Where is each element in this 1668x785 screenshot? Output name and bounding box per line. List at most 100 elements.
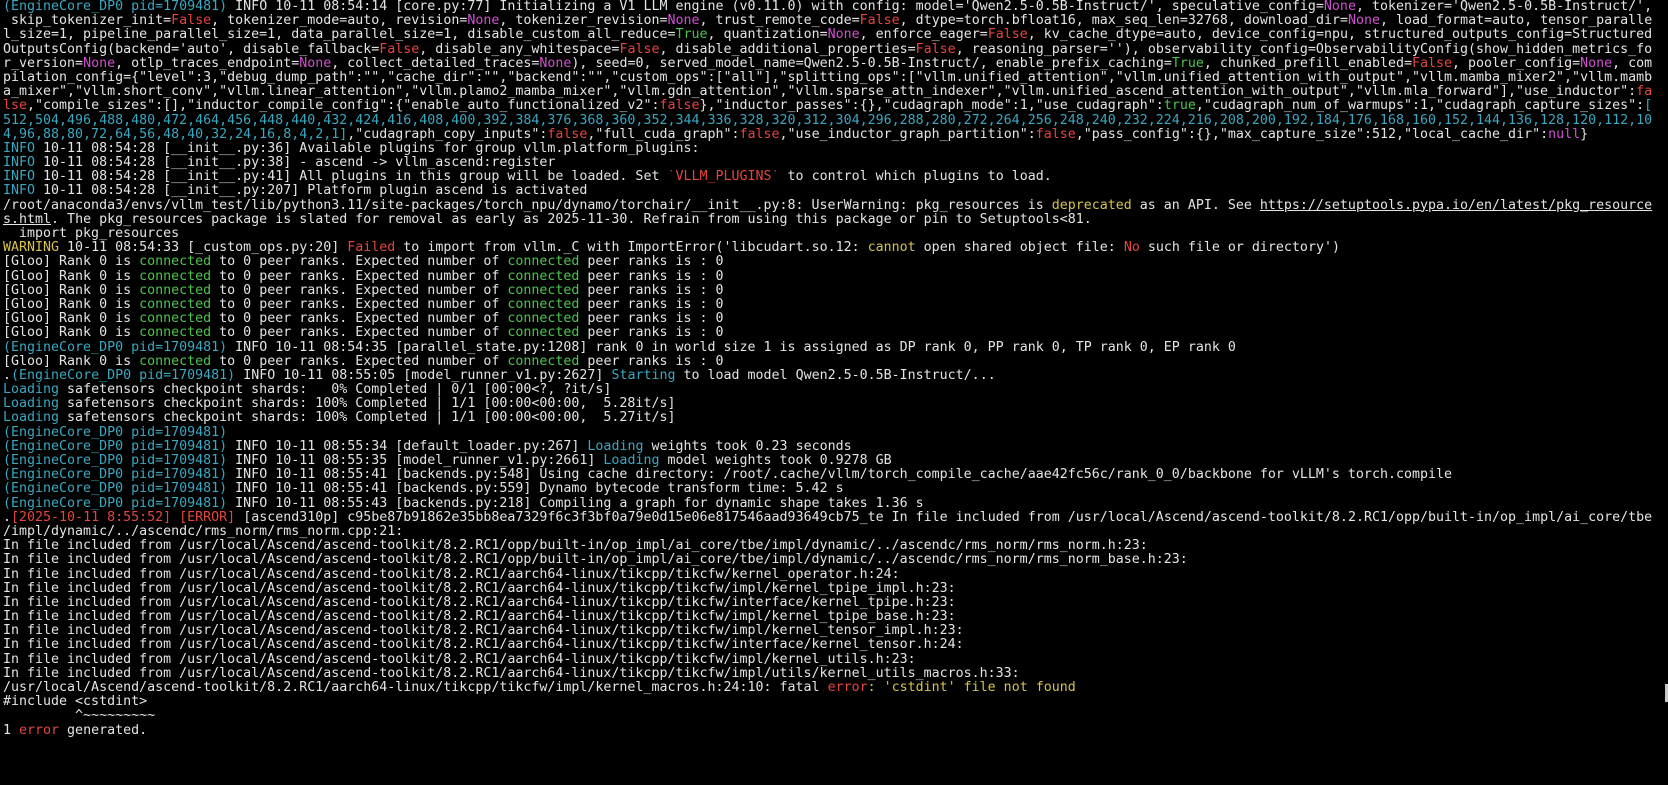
terminal-text-segment: 512,504,496,488,480,472,464,456,448,440,…	[3, 113, 1653, 128]
terminal-line: .(EngineCore_DP0 pid=1709481) INFO 10-11…	[3, 369, 1668, 383]
terminal-text-segment: peer ranks is : 0	[579, 269, 724, 284]
terminal-text-segment: true	[1163, 99, 1196, 114]
terminal-text-segment: Loading	[3, 397, 60, 412]
terminal-line: (EngineCore_DP0 pid=1709481) INFO 10-11 …	[3, 0, 1668, 14]
terminal-line: /root/anaconda3/envs/vllm_test/lib/pytho…	[3, 199, 1668, 213]
terminal-text-segment: None	[1580, 56, 1613, 71]
terminal-text-segment: OutputsConfig(backend='auto', disable_fa…	[3, 42, 380, 57]
terminal-line: In file included from /usr/local/Ascend/…	[3, 667, 1668, 681]
terminal-link[interactable]: https://setuptools.pypa.io/en/latest/pkg…	[1260, 199, 1652, 213]
terminal-text-segment: 4,96,88,80,72,64,56,48,40,32,24,16,8,4,2…	[3, 127, 348, 142]
terminal-text-segment: to control which plugins to load.	[779, 170, 1052, 185]
terminal-text-segment: [Gloo] Rank 0 is	[3, 354, 140, 369]
terminal-line: #include <cstdint>	[3, 695, 1668, 709]
terminal-text-segment: 10-11 08:54:28 [__init__.py:36] Availabl…	[35, 141, 700, 156]
terminal-output[interactable]: (EngineCore_DP0 pid=1709481) INFO 10-11 …	[0, 0, 1668, 785]
terminal-text-segment: generated.	[59, 723, 148, 738]
terminal-text-segment: , quantization=	[707, 28, 828, 43]
terminal-line: In file included from /usr/local/Ascend/…	[3, 610, 1668, 624]
terminal-text-segment: None	[1323, 0, 1356, 14]
terminal-line: Loading safetensors checkpoint shards: 0…	[3, 383, 1668, 397]
terminal-line: In file included from /usr/local/Ascend/…	[3, 596, 1668, 610]
terminal-text-segment: 10-11 08:54:28 [__init__.py:41] All plug…	[35, 170, 668, 185]
terminal-text-segment: , com	[1612, 56, 1653, 71]
terminal-text-segment: , tokenizer_mode=auto, revision=	[211, 14, 468, 29]
terminal-text-segment: WARNING	[3, 241, 60, 256]
terminal-text-segment: INFO 10-11 08:55:41 [backends.py:559] Dy…	[235, 482, 844, 497]
terminal-line: [Gloo] Rank 0 is connected to 0 peer ran…	[3, 255, 1668, 269]
terminal-text-segment: INFO 10-11 08:55:41 [backends.py:548] Us…	[235, 468, 1452, 483]
terminal-text-segment: [ascend310p] c95be87b91862e35bb8ea7329f6…	[235, 510, 1653, 525]
terminal-line: (EngineCore_DP0 pid=1709481) INFO 10-11 …	[3, 468, 1668, 482]
terminal-text-segment: to 0 peer ranks. Expected number of	[211, 297, 508, 312]
terminal-text-segment: None	[299, 56, 332, 71]
terminal-line: s.html. The pkg_resources package is sla…	[3, 213, 1668, 227]
terminal-line: [Gloo] Rank 0 is connected to 0 peer ran…	[3, 270, 1668, 284]
terminal-line: [Gloo] Rank 0 is connected to 0 peer ran…	[3, 355, 1668, 369]
terminal-text-segment: connected	[139, 269, 212, 284]
terminal-text-segment: null	[1548, 127, 1581, 142]
terminal-text-segment: to 0 peer ranks. Expected number of	[211, 312, 508, 327]
terminal-text-segment: [	[1644, 99, 1653, 114]
terminal-text-segment: false	[1035, 127, 1076, 142]
terminal-text-segment: deprecated	[1051, 198, 1132, 213]
terminal-text-segment: , enforce_eager=	[859, 28, 988, 43]
terminal-text-segment: : 'cstdint' file not found	[867, 681, 1076, 695]
terminal-line: [Gloo] Rank 0 is connected to 0 peer ran…	[3, 284, 1668, 298]
terminal-text-segment: False	[859, 14, 900, 29]
terminal-text-segment: , collect_detailed_traces=	[331, 56, 540, 71]
terminal-text-segment: False	[1412, 56, 1453, 71]
terminal-text-segment: peer ranks is : 0	[579, 354, 724, 369]
terminal-text-segment: to import from vllm._C with ImportError(…	[395, 241, 868, 256]
terminal-text-segment: (EngineCore_DP0 pid=1709481)	[3, 439, 236, 454]
terminal-text-segment: false	[739, 127, 780, 142]
terminal-text-segment: True	[675, 28, 708, 43]
terminal-text-segment: connected	[507, 269, 580, 284]
terminal-text-segment: , otlp_traces_endpoint=	[115, 56, 300, 71]
terminal-text-segment: [Gloo] Rank 0 is	[3, 283, 140, 298]
terminal-text-segment: weights took 0.23 seconds	[643, 439, 852, 454]
terminal-line: r_version=None, otlp_traces_endpoint=Non…	[3, 57, 1668, 71]
terminal-text-segment: 10-11 08:54:28 [__init__.py:38] - ascend…	[35, 156, 556, 171]
terminal-text-segment: such file or directory')	[1139, 241, 1340, 256]
terminal-line: a_mixer","vllm.short_conv","vllm.linear_…	[3, 85, 1668, 99]
terminal-link[interactable]: s.html	[3, 213, 51, 227]
terminal-line: (EngineCore_DP0 pid=1709481)	[3, 426, 1668, 440]
terminal-text-segment: None	[1347, 14, 1381, 29]
terminal-text-segment: No	[1123, 241, 1140, 256]
terminal-text-segment: 1	[3, 723, 20, 738]
terminal-line: [Gloo] Rank 0 is connected to 0 peer ran…	[3, 312, 1668, 326]
terminal-text-segment: pilation_config={"level":3,"debug_dump_p…	[3, 70, 1653, 85]
terminal-text-segment: INFO 10-11 08:54:35 [parallel_state.py:1…	[235, 340, 1236, 355]
terminal-text-segment: peer ranks is : 0	[579, 283, 724, 298]
terminal-text-segment: False	[171, 14, 212, 29]
terminal-text-segment: 10-11 08:54:33 [_custom_ops.py:20]	[59, 241, 348, 256]
terminal-line: lse,"compile_sizes":[],"inductor_compile…	[3, 99, 1668, 113]
terminal-text-segment: INFO	[3, 141, 36, 156]
terminal-text-segment: , disable_additional_properties=	[659, 42, 916, 57]
terminal-text-segment: `VLLM_PLUGINS`	[667, 170, 780, 185]
terminal-text-segment: INFO 10-11 08:55:43 [backends.py:218] Co…	[235, 496, 924, 511]
terminal-text-segment: (EngineCore_DP0 pid=1709481)	[3, 482, 236, 497]
terminal-text-segment: safetensors checkpoint shards: 0% Comple…	[59, 383, 612, 398]
terminal-line: (EngineCore_DP0 pid=1709481) INFO 10-11 …	[3, 440, 1668, 454]
terminal-text-segment: INFO	[3, 170, 36, 185]
terminal-text-segment: ^~~~~~~~~~	[3, 709, 156, 724]
terminal-text-segment: error	[19, 723, 60, 738]
terminal-text-segment: },"inductor_passes":{},"cudagraph_mode":…	[699, 99, 1164, 114]
terminal-text-segment: error	[827, 681, 868, 695]
terminal-text-segment: /usr/local/Ascend/ascend-toolkit/8.2.RC1…	[3, 681, 828, 695]
terminal-text-segment: .	[3, 368, 12, 383]
terminal-text-segment: False	[915, 42, 956, 57]
terminal-text-segment: (EngineCore_DP0 pid=1709481)	[11, 368, 244, 383]
terminal-text-segment: In file included from /usr/local/Ascend/…	[3, 610, 956, 625]
terminal-text-segment: [Gloo] Rank 0 is	[3, 297, 140, 312]
terminal-text-segment: , chunked_prefill_enabled=	[1203, 56, 1412, 71]
terminal-text-segment: open shared object file:	[915, 241, 1124, 256]
terminal-text-segment: to 0 peer ranks. Expected number of	[211, 326, 508, 341]
terminal-text-segment: INFO 10-11 08:55:34 [default_loader.py:2…	[235, 439, 588, 454]
terminal-line: pilation_config={"level":3,"debug_dump_p…	[3, 71, 1668, 85]
terminal-text-segment: None	[667, 14, 700, 29]
terminal-text-segment: false	[659, 99, 700, 114]
terminal-line: l_size=1, pipeline_parallel_size=1, data…	[3, 28, 1668, 42]
